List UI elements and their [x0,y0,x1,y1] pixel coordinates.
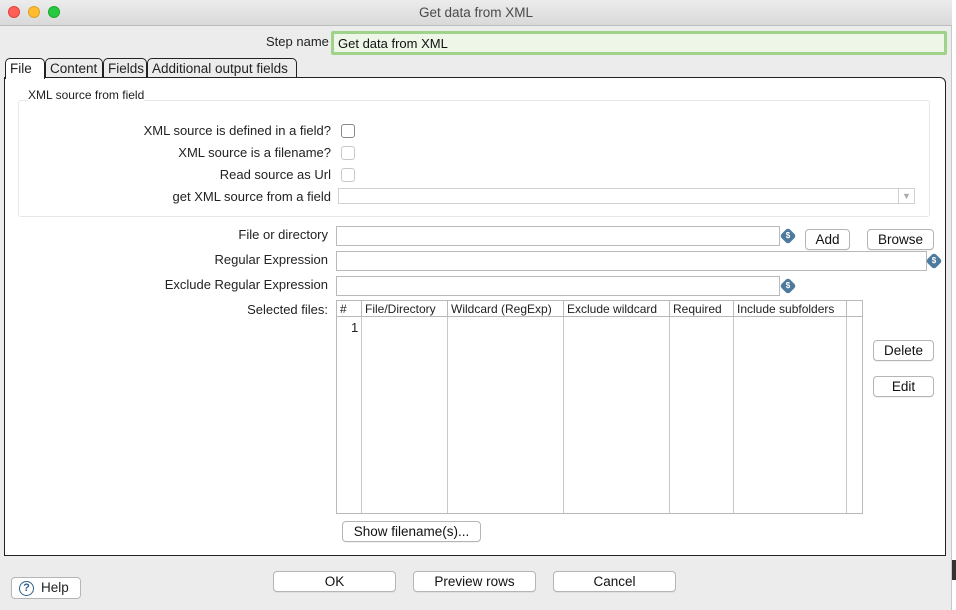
source-field-label: get XML source from a field [172,189,331,204]
column-divider [563,317,564,513]
read-as-url-checkbox[interactable] [341,168,355,182]
preview-rows-button[interactable]: Preview rows [413,571,536,592]
dollar-diamond-icon: $ [925,252,943,270]
close-window-button[interactable] [8,6,20,18]
defined-in-field-checkbox[interactable] [341,124,355,138]
exclude-regex-input[interactable] [336,276,780,296]
chevron-down-icon: ▼ [898,189,914,203]
exclude-regex-label: Exclude Regular Expression [164,277,328,292]
is-filename-checkbox[interactable] [341,146,355,160]
delete-button[interactable]: Delete [873,340,934,361]
ok-button[interactable]: OK [273,571,396,592]
read-as-url-label: Read source as Url [219,167,331,182]
column-divider [447,317,448,513]
column-divider [669,317,670,513]
cancel-button[interactable]: Cancel [553,571,676,592]
regex-input[interactable] [336,251,927,271]
file-or-directory-label: File or directory [238,227,328,242]
step-name-label: Step name [266,34,329,49]
is-filename-label: XML source is a filename? [178,145,331,160]
help-label: Help [41,580,69,595]
row-number: 1 [351,320,359,335]
window-title: Get data from XML [418,5,534,20]
selected-files-label: Selected files: [247,302,328,317]
column-divider [733,317,734,513]
column-header-filler [847,301,862,317]
edit-button[interactable]: Edit [873,376,934,397]
help-button[interactable]: ? Help [11,577,81,599]
selected-files-table[interactable]: # File/Directory Wildcard (RegExp) Exclu… [336,300,863,514]
show-filenames-button[interactable]: Show filename(s)... [342,521,481,542]
regex-label: Regular Expression [214,252,328,267]
tab-fields[interactable]: Fields [103,58,147,78]
help-circle-icon: ? [19,581,34,596]
column-divider [846,317,847,513]
step-name-input[interactable] [331,31,947,55]
minimize-window-button[interactable] [28,6,40,18]
xml-source-group-title: XML source from field [28,88,145,102]
defined-in-field-label: XML source is defined in a field? [143,123,331,138]
add-button[interactable]: Add [805,229,850,250]
browse-button[interactable]: Browse [867,229,934,250]
source-field-select[interactable]: ▼ [338,188,915,204]
background-window-edge [952,560,956,580]
file-tab-panel: XML source from field XML source is defi… [4,77,946,556]
column-header-wildcard[interactable]: Wildcard (RegExp) [448,301,564,317]
column-header-exclude-wildcard[interactable]: Exclude wildcard [564,301,670,317]
column-header-required[interactable]: Required [670,301,734,317]
title-bar: Get data from XML [0,0,952,26]
maximize-window-button[interactable] [48,6,60,18]
column-header-include-subfolders[interactable]: Include subfolders [734,301,847,317]
dollar-diamond-icon: $ [779,277,797,295]
column-header-number[interactable]: # [337,301,362,317]
file-or-directory-input[interactable] [336,226,780,246]
dollar-diamond-icon: $ [779,227,797,245]
tab-additional-output-fields[interactable]: Additional output fields [147,58,297,78]
column-divider [361,317,362,513]
tab-file[interactable]: File [5,58,45,79]
column-header-file-directory[interactable]: File/Directory [362,301,448,317]
dialog-window: Get data from XML Step name File Content… [0,0,952,610]
tab-content[interactable]: Content [45,58,103,78]
